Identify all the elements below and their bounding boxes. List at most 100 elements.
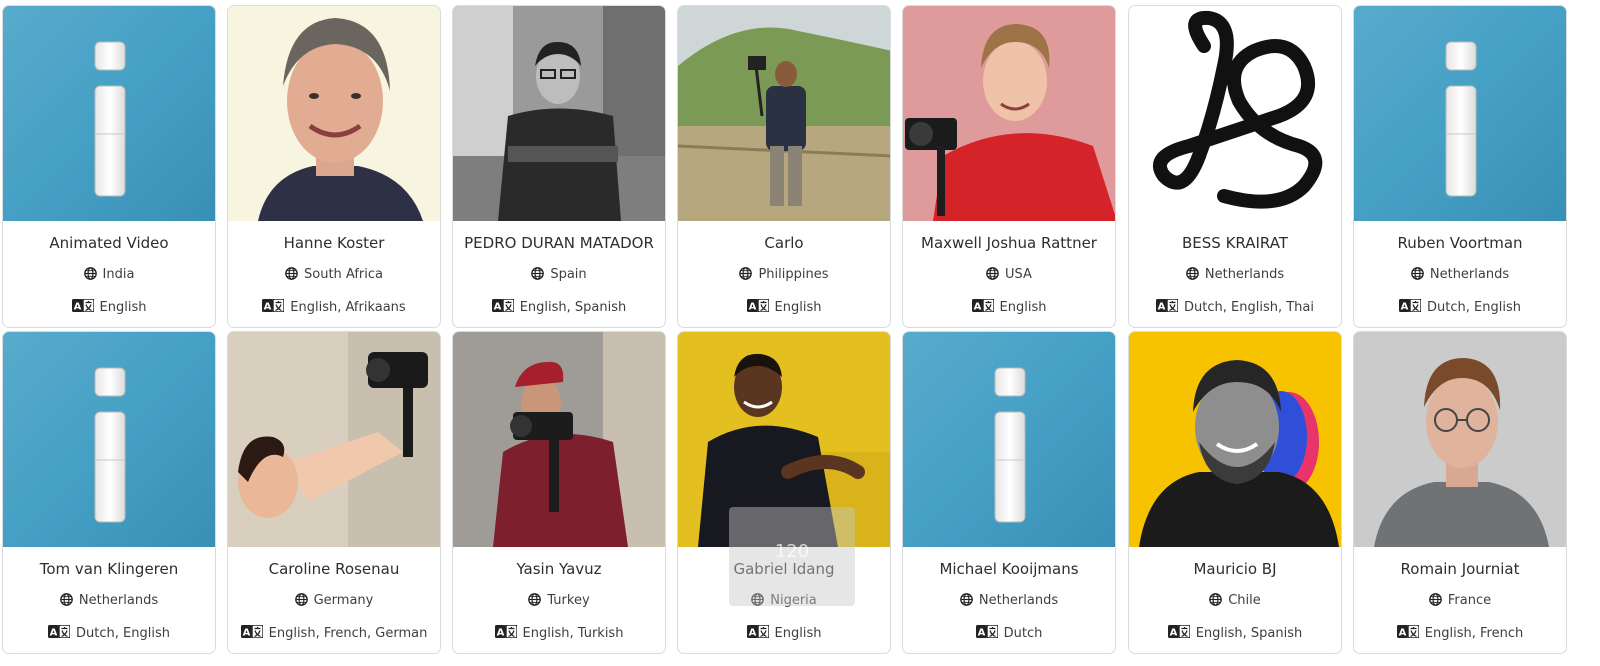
svg-text:A: A bbox=[977, 628, 985, 639]
languages-row: A English bbox=[678, 298, 890, 318]
videographer-card[interactable]: Animated Video India A English bbox=[2, 5, 216, 328]
languages-row: A English bbox=[678, 624, 890, 644]
country-row: Spain bbox=[453, 266, 665, 286]
profile-photo[interactable] bbox=[1129, 332, 1341, 547]
profile-photo[interactable] bbox=[1354, 332, 1566, 547]
videographer-name[interactable]: Yasin Yavuz bbox=[453, 559, 665, 579]
videographer-name[interactable]: PEDRO DURAN MATADOR bbox=[453, 233, 665, 253]
profile-photo[interactable] bbox=[1354, 6, 1566, 221]
globe-icon bbox=[83, 267, 97, 286]
translate-icon: A bbox=[1167, 624, 1191, 644]
languages-label: English bbox=[999, 300, 1047, 315]
profile-photo[interactable] bbox=[3, 6, 215, 221]
translate-icon: A bbox=[262, 298, 285, 318]
videographer-name[interactable]: Tom van Klingeren bbox=[3, 559, 215, 579]
languages-label: English bbox=[99, 300, 147, 315]
videographer-card[interactable]: Mauricio BJ Chile A English, Spanish bbox=[1128, 331, 1342, 654]
videographer-card[interactable]: Tom van Klingeren Netherlands A Dutch, En… bbox=[2, 331, 216, 654]
videographer-card[interactable]: Gabriel Idang Nigeria A English 120 bbox=[677, 331, 891, 654]
globe-icon bbox=[960, 593, 973, 612]
country-row: Germany bbox=[228, 592, 440, 612]
languages-label: English, Turkish bbox=[522, 626, 624, 641]
profile-photo[interactable] bbox=[678, 6, 890, 221]
languages-row: A Dutch, English bbox=[1354, 298, 1566, 318]
svg-text:A: A bbox=[73, 302, 81, 313]
languages-row: A English, Spanish bbox=[453, 298, 665, 318]
profile-photo[interactable] bbox=[453, 332, 665, 547]
profile-photo[interactable] bbox=[228, 6, 440, 221]
videographer-name[interactable]: Caroline Rosenau bbox=[228, 559, 440, 579]
translate-icon: A bbox=[1399, 298, 1422, 318]
translate-icon: A bbox=[746, 624, 770, 644]
videographer-name[interactable]: Ruben Voortman bbox=[1354, 233, 1566, 253]
videographer-card[interactable]: BESS KRAIRAT Netherlands A Dutch, English… bbox=[1128, 5, 1342, 328]
country-label: Netherlands bbox=[978, 593, 1059, 608]
globe-icon bbox=[1411, 267, 1424, 286]
profile-photo[interactable] bbox=[678, 332, 890, 547]
profile-photo[interactable] bbox=[1129, 6, 1341, 221]
languages-row: A English, Spanish bbox=[1129, 624, 1341, 644]
globe-icon bbox=[1429, 593, 1442, 612]
profile-photo[interactable] bbox=[453, 6, 665, 221]
profile-photo[interactable] bbox=[903, 6, 1115, 221]
country-row: Philippines bbox=[678, 266, 890, 286]
svg-text:A: A bbox=[1398, 628, 1406, 639]
videographer-card[interactable]: Michael Kooijmans Netherlands A Dutch bbox=[902, 331, 1116, 654]
languages-row: A English, Turkish bbox=[453, 624, 665, 644]
svg-text:A: A bbox=[1169, 628, 1177, 639]
videographer-card[interactable]: PEDRO DURAN MATADOR Spain A English, Span… bbox=[452, 5, 666, 328]
country-label: Germany bbox=[313, 593, 374, 608]
languages-label: English, French, German bbox=[268, 626, 428, 641]
languages-label: English, Spanish bbox=[1195, 626, 1303, 641]
videographer-card[interactable]: Yasin Yavuz Turkey A English, Turkish bbox=[452, 331, 666, 654]
languages-label: English bbox=[774, 626, 822, 641]
languages-row: A Dutch bbox=[903, 624, 1115, 644]
videographer-name[interactable]: Michael Kooijmans bbox=[903, 559, 1115, 579]
videographer-name[interactable]: Maxwell Joshua Rattner bbox=[903, 233, 1115, 253]
globe-icon bbox=[531, 267, 545, 286]
videographer-card[interactable]: Romain Journiat France A English, French bbox=[1353, 331, 1567, 654]
videographer-card[interactable]: Maxwell Joshua Rattner USA A English bbox=[902, 5, 1116, 328]
languages-row: A English bbox=[3, 298, 215, 318]
country-label: South Africa bbox=[304, 267, 383, 282]
svg-text:A: A bbox=[1401, 302, 1409, 313]
profile-photo[interactable] bbox=[903, 332, 1115, 547]
country-row: USA bbox=[903, 266, 1115, 286]
country-label: Turkey bbox=[547, 593, 590, 608]
languages-row: A English bbox=[903, 298, 1115, 318]
videographer-card[interactable]: Hanne Koster South Africa A English, Afri… bbox=[227, 5, 441, 328]
country-row: France bbox=[1354, 592, 1566, 612]
videographer-card[interactable]: Ruben Voortman Netherlands A Dutch, Engli… bbox=[1353, 5, 1567, 328]
country-label: Netherlands bbox=[1429, 267, 1510, 282]
videographer-name[interactable]: Romain Journiat bbox=[1354, 559, 1566, 579]
translate-icon: A bbox=[240, 624, 264, 644]
languages-label: English, Afrikaans bbox=[290, 300, 406, 315]
videographer-name[interactable]: Hanne Koster bbox=[228, 233, 440, 253]
svg-text:A: A bbox=[973, 302, 981, 313]
videographer-name[interactable]: BESS KRAIRAT bbox=[1129, 233, 1341, 253]
languages-label: Dutch bbox=[1003, 626, 1043, 641]
languages-row: A Dutch, English bbox=[3, 624, 215, 644]
country-label: Philippines bbox=[758, 267, 829, 282]
videographer-card[interactable]: Carlo Philippines A English bbox=[677, 5, 891, 328]
country-row: Nigeria bbox=[678, 592, 890, 612]
languages-row: A Dutch, English, Thai bbox=[1129, 298, 1341, 318]
translate-icon: A bbox=[1156, 298, 1179, 318]
languages-row: A English, Afrikaans bbox=[228, 298, 440, 318]
profile-photo[interactable] bbox=[228, 332, 440, 547]
videographer-card[interactable]: Caroline Rosenau Germany A English, Frenc… bbox=[227, 331, 441, 654]
profile-photo[interactable] bbox=[3, 332, 215, 547]
country-row: India bbox=[3, 266, 215, 286]
languages-label: Dutch, English bbox=[1427, 300, 1521, 315]
globe-icon bbox=[528, 593, 542, 612]
videographer-name[interactable]: Gabriel Idang bbox=[678, 559, 890, 579]
videographer-name[interactable]: Mauricio BJ bbox=[1129, 559, 1341, 579]
svg-text:A: A bbox=[493, 302, 501, 313]
languages-label: English bbox=[774, 300, 822, 315]
languages-label: English, Spanish bbox=[519, 300, 627, 315]
videographer-name[interactable]: Carlo bbox=[678, 233, 890, 253]
svg-text:A: A bbox=[748, 628, 756, 639]
videographer-name[interactable]: Animated Video bbox=[3, 233, 215, 253]
translate-icon: A bbox=[975, 624, 999, 644]
languages-row: A English, French bbox=[1354, 624, 1566, 644]
